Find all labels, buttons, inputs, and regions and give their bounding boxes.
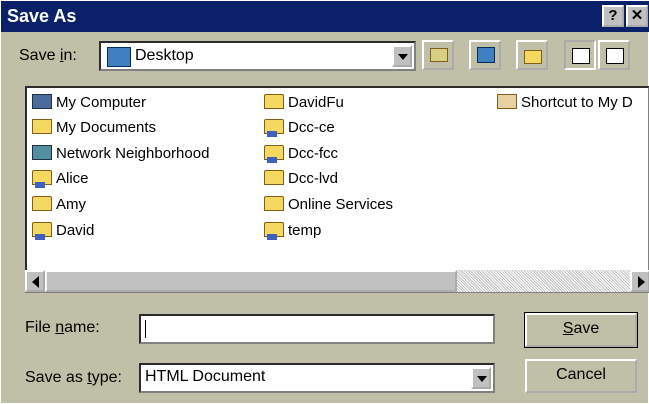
horizontal-scrollbar[interactable] — [25, 270, 649, 292]
list-item-network-neighborhood[interactable]: Network Neighborhood — [32, 144, 209, 164]
shared-folder-icon — [32, 170, 52, 188]
my-documents-icon — [32, 119, 52, 134]
list-item-dcc-lvd[interactable]: Dcc-lvd — [264, 169, 338, 189]
scroll-right-arrow-icon[interactable] — [630, 270, 649, 292]
shared-folder-icon — [264, 119, 284, 137]
folder-icon — [264, 196, 284, 211]
desktop-small-icon — [477, 47, 495, 63]
close-button[interactable]: ✕ — [626, 5, 648, 27]
list-item-dcc-fcc[interactable]: Dcc-fcc — [264, 144, 338, 164]
details-view-button[interactable] — [598, 40, 630, 70]
save-in-value: Desktop — [135, 47, 194, 64]
save-as-type-value: HTML Document — [145, 368, 266, 385]
save-in-dropdown-arrow[interactable] — [392, 45, 412, 67]
list-item-dcc-ce[interactable]: Dcc-ce — [264, 118, 335, 138]
folder-icon — [32, 196, 52, 211]
title-bar: Save As ? ✕ — [1, 1, 649, 32]
list-item-my-computer[interactable]: My Computer — [32, 93, 146, 113]
save-button[interactable]: Save — [524, 312, 638, 348]
folder-icon — [264, 94, 284, 109]
desktop-icon — [107, 47, 131, 67]
text-cursor — [145, 320, 146, 338]
file-name-label: File name: — [25, 319, 100, 336]
list-item-temp[interactable]: temp — [264, 221, 321, 241]
list-item-davidfu[interactable]: DavidFu — [264, 93, 344, 113]
scrollbar-track[interactable] — [457, 270, 630, 292]
details-view-icon — [606, 48, 624, 64]
scrollbar-thumb[interactable] — [45, 270, 457, 292]
save-in-dropdown[interactable]: Desktop — [99, 41, 416, 71]
list-item-alice[interactable]: Alice — [32, 169, 89, 189]
save-as-type-label: Save as type: — [25, 369, 122, 386]
file-name-input[interactable] — [139, 314, 495, 344]
network-neighborhood-icon — [32, 145, 52, 160]
list-view-icon — [572, 48, 590, 64]
computer-icon — [32, 94, 52, 109]
list-item-amy[interactable]: Amy — [32, 195, 86, 215]
shared-folder-icon — [32, 222, 52, 240]
save-as-type-dropdown[interactable]: HTML Document — [139, 363, 495, 393]
new-folder-icon — [524, 50, 542, 64]
save-as-dialog: Save As ? ✕ Save in: Desktop My Computer… — [0, 0, 649, 404]
shortcut-icon — [497, 94, 517, 109]
cancel-button[interactable]: Cancel — [525, 359, 637, 393]
go-to-desktop-button[interactable] — [469, 40, 501, 70]
list-view-button[interactable] — [564, 40, 596, 70]
folder-icon — [264, 170, 284, 185]
shared-folder-icon — [264, 222, 284, 240]
create-new-folder-button[interactable] — [516, 40, 548, 70]
scroll-left-arrow-icon[interactable] — [25, 270, 45, 292]
save-as-type-dropdown-arrow[interactable] — [471, 367, 491, 389]
window-title: Save As — [7, 6, 77, 26]
up-one-level-button[interactable] — [422, 40, 454, 70]
list-item-shortcut-to-my-documents[interactable]: Shortcut to My D — [497, 93, 633, 113]
file-list[interactable]: My Computer My Documents Network Neighbo… — [25, 86, 649, 293]
up-folder-icon — [430, 48, 448, 62]
help-button[interactable]: ? — [602, 5, 624, 27]
save-in-label: Save in: — [19, 47, 77, 64]
list-item-online-services[interactable]: Online Services — [264, 195, 393, 215]
shared-folder-icon — [264, 145, 284, 163]
list-item-my-documents[interactable]: My Documents — [32, 118, 156, 138]
list-item-david[interactable]: David — [32, 221, 94, 241]
